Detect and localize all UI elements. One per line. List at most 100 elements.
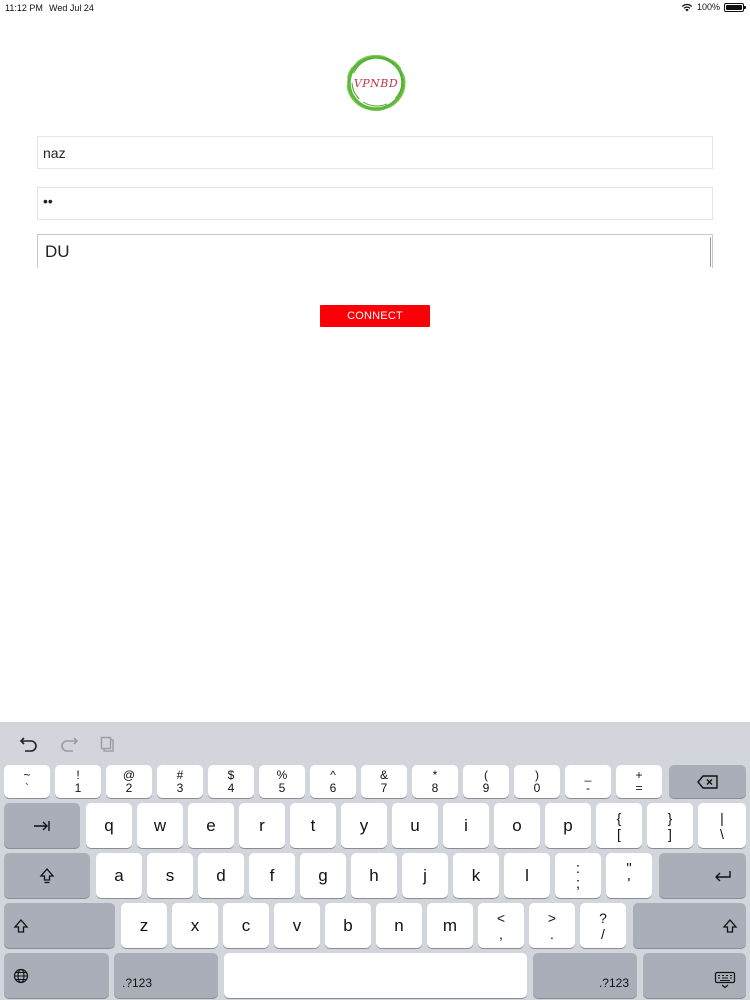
- shift-key-right[interactable]: [633, 903, 746, 948]
- caps-lock-key[interactable]: [4, 853, 90, 898]
- key-u[interactable]: u: [392, 803, 438, 848]
- delete-key[interactable]: [669, 765, 746, 798]
- key-top: ): [535, 767, 539, 782]
- redo-icon[interactable]: [58, 734, 80, 754]
- key-top: {: [616, 809, 622, 826]
- key-period[interactable]: >.: [529, 903, 575, 948]
- key-h[interactable]: h: [351, 853, 397, 898]
- key-v[interactable]: v: [274, 903, 320, 948]
- app-logo: VPNBD: [344, 52, 408, 114]
- numbers-key-right[interactable]: .?123: [533, 953, 637, 998]
- key-bottom: 1: [74, 780, 82, 795]
- return-key[interactable]: [659, 853, 746, 898]
- key-t[interactable]: t: [290, 803, 336, 848]
- key-5[interactable]: % 5: [259, 765, 305, 798]
- dismiss-keyboard-key[interactable]: [643, 953, 746, 998]
- key-top: @: [122, 767, 136, 782]
- battery-percent: 100%: [696, 2, 720, 12]
- key-bottom: 2: [125, 780, 133, 795]
- key-bottom: 9: [482, 780, 490, 795]
- key-0[interactable]: ) 0: [514, 765, 560, 798]
- status-time: 11:12 PM: [5, 3, 43, 13]
- key-left-bracket[interactable]: {[: [596, 803, 642, 848]
- key-c[interactable]: c: [223, 903, 269, 948]
- key-e[interactable]: e: [188, 803, 234, 848]
- key-equals[interactable]: + =: [616, 765, 662, 798]
- key-m[interactable]: m: [427, 903, 473, 948]
- key-slash[interactable]: ? /: [580, 903, 626, 948]
- key-top: _: [584, 767, 592, 782]
- key-top: *: [432, 767, 438, 782]
- globe-key[interactable]: [4, 953, 109, 998]
- key-top: <: [496, 909, 506, 926]
- key-bottom: =: [635, 780, 643, 795]
- key-y[interactable]: y: [341, 803, 387, 848]
- paste-icon[interactable]: [98, 734, 120, 754]
- key-bottom: ]: [668, 825, 672, 842]
- key-x[interactable]: x: [172, 903, 218, 948]
- key-top: >: [547, 909, 557, 926]
- key-6[interactable]: ^ 6: [310, 765, 356, 798]
- key-w[interactable]: w: [137, 803, 183, 848]
- keyboard-toolbar: [0, 722, 750, 763]
- key-minus[interactable]: _ -: [565, 765, 611, 798]
- undo-icon[interactable]: [18, 734, 40, 754]
- key-8[interactable]: * 8: [412, 765, 458, 798]
- shift-key-left[interactable]: [4, 903, 115, 948]
- key-q[interactable]: q: [86, 803, 132, 848]
- key-3[interactable]: #3: [157, 765, 203, 798]
- key-top: }: [667, 809, 673, 826]
- key-top: ": [626, 859, 632, 877]
- numbers-key-left[interactable]: .?123: [114, 953, 218, 998]
- key-semicolon[interactable]: :;: [555, 853, 601, 898]
- key-f[interactable]: f: [249, 853, 295, 898]
- key-a[interactable]: a: [96, 853, 142, 898]
- key-2[interactable]: @2: [106, 765, 152, 798]
- key-bottom: ;: [575, 874, 581, 892]
- status-right: 100%: [681, 2, 746, 12]
- status-date: Wed Jul 24: [49, 3, 94, 13]
- key-bottom: 8: [431, 780, 439, 795]
- username-field[interactable]: naz: [37, 136, 713, 169]
- shift-icon: [722, 918, 737, 933]
- key-comma[interactable]: <,: [478, 903, 524, 948]
- key-top: ~: [23, 767, 31, 782]
- key-j[interactable]: j: [402, 853, 448, 898]
- key-bottom: .: [550, 925, 554, 942]
- key-4[interactable]: $4: [208, 765, 254, 798]
- key-i[interactable]: i: [443, 803, 489, 848]
- key-p[interactable]: p: [545, 803, 591, 848]
- key-backtick[interactable]: ~ `: [4, 765, 50, 798]
- key-backslash[interactable]: | \: [698, 803, 746, 848]
- key-9[interactable]: (9: [463, 765, 509, 798]
- caps-lock-icon: [39, 867, 55, 883]
- key-o[interactable]: o: [494, 803, 540, 848]
- key-7[interactable]: & 7: [361, 765, 407, 798]
- tab-key[interactable]: [4, 803, 80, 848]
- password-field[interactable]: ••: [37, 187, 713, 220]
- key-r[interactable]: r: [239, 803, 285, 848]
- connect-button[interactable]: CONNECT: [320, 305, 430, 327]
- key-l[interactable]: l: [504, 853, 550, 898]
- key-1[interactable]: ! 1: [55, 765, 101, 798]
- delete-icon: [696, 774, 718, 789]
- key-right-bracket[interactable]: }]: [647, 803, 693, 848]
- key-z[interactable]: z: [121, 903, 167, 948]
- server-field[interactable]: DU: [37, 234, 713, 268]
- keyboard-dismiss-icon: [714, 971, 735, 988]
- key-s[interactable]: s: [147, 853, 193, 898]
- key-g[interactable]: g: [300, 853, 346, 898]
- key-bottom: ': [627, 874, 631, 892]
- key-n[interactable]: n: [376, 903, 422, 948]
- space-bar[interactable]: [224, 953, 527, 998]
- logo-text: VPNBD: [353, 76, 399, 90]
- key-bottom: 0: [533, 780, 541, 795]
- key-k[interactable]: k: [453, 853, 499, 898]
- on-screen-keyboard: ~ ` ! 1 @2 #3 $4 % 5 ^ 6 & 7 * 8 (9 ) 0 _ - + = q…: [0, 722, 750, 1000]
- key-b[interactable]: b: [325, 903, 371, 948]
- key-top: |: [720, 809, 724, 826]
- key-quote[interactable]: " ': [606, 853, 652, 898]
- key-d[interactable]: d: [198, 853, 244, 898]
- key-bottom: 6: [329, 780, 337, 795]
- key-top: %: [276, 767, 288, 782]
